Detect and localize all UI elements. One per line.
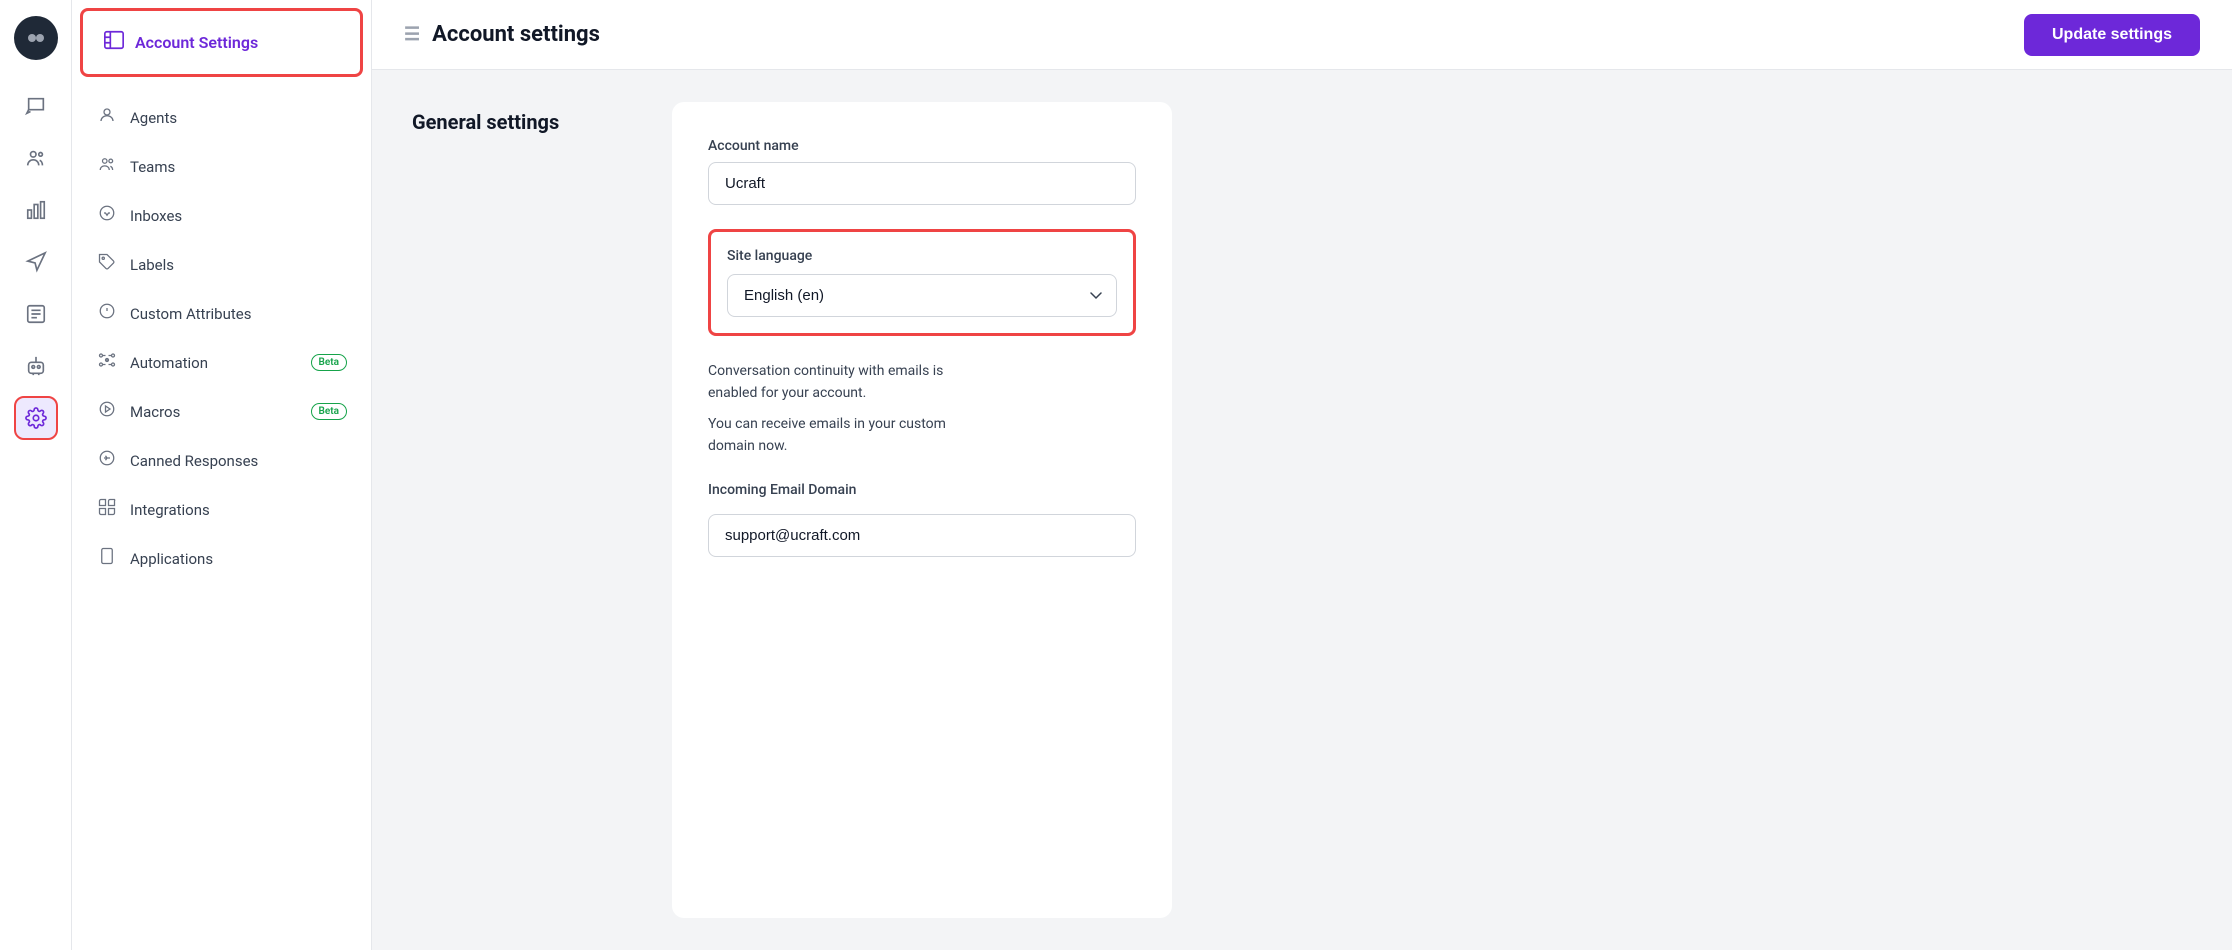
macros-icon bbox=[96, 400, 118, 423]
canned-responses-label: Canned Responses bbox=[130, 452, 347, 470]
account-name-input[interactable] bbox=[708, 162, 1136, 205]
sidebar-item-teams[interactable]: Teams bbox=[72, 142, 371, 191]
campaigns-nav-icon[interactable] bbox=[14, 240, 58, 284]
settings-form: Account name Site language English (en) … bbox=[672, 102, 1172, 918]
sidebar-item-automation[interactable]: Automation Beta bbox=[72, 338, 371, 387]
canned-responses-icon bbox=[96, 449, 118, 472]
applications-label: Applications bbox=[130, 550, 347, 568]
info-text-group: Conversation continuity with emails is e… bbox=[708, 360, 1136, 458]
sidebar-item-inboxes[interactable]: Inboxes bbox=[72, 191, 371, 240]
integrations-label: Integrations bbox=[130, 501, 347, 519]
tasks-nav-icon[interactable] bbox=[14, 292, 58, 336]
macros-badge: Beta bbox=[311, 403, 347, 420]
custom-attributes-icon bbox=[96, 302, 118, 325]
info-text-2: You can receive emails in your custom do… bbox=[708, 413, 1136, 458]
top-header: ☰ Account settings Update settings bbox=[372, 0, 2232, 70]
applications-icon bbox=[96, 547, 118, 570]
sidebar-item-custom-attributes[interactable]: Custom Attributes bbox=[72, 289, 371, 338]
macros-label: Macros bbox=[130, 403, 299, 421]
labels-icon bbox=[96, 253, 118, 276]
integrations-icon bbox=[96, 498, 118, 521]
page-title-container: ☰ Account settings bbox=[404, 22, 600, 47]
menu-icon: ☰ bbox=[404, 24, 420, 45]
incoming-email-input[interactable] bbox=[708, 514, 1136, 557]
incoming-email-group: Incoming Email Domain bbox=[708, 482, 1136, 557]
conversations-nav-icon[interactable] bbox=[14, 84, 58, 128]
custom-attributes-label: Custom Attributes bbox=[130, 305, 347, 323]
settings-nav-icon[interactable] bbox=[14, 396, 58, 440]
sidebar-item-integrations[interactable]: Integrations bbox=[72, 485, 371, 534]
agents-label: Agents bbox=[130, 109, 347, 127]
contacts-nav-icon[interactable] bbox=[14, 136, 58, 180]
section-label-area: General settings bbox=[412, 102, 612, 918]
sidebar-item-applications[interactable]: Applications bbox=[72, 534, 371, 583]
bot-nav-icon[interactable] bbox=[14, 344, 58, 388]
site-language-group: Site language English (en) French (fr) G… bbox=[708, 229, 1136, 336]
sidebar: Account Settings Agents Teams bbox=[72, 0, 372, 950]
main-panel: ☰ Account settings Update settings Gener… bbox=[372, 0, 2232, 950]
site-language-select[interactable]: English (en) French (fr) German (de) Spa… bbox=[727, 274, 1117, 317]
sidebar-nav: Agents Teams Inboxes bbox=[72, 85, 371, 950]
site-language-label: Site language bbox=[727, 248, 1117, 264]
account-name-label: Account name bbox=[708, 138, 1136, 154]
sidebar-item-agents[interactable]: Agents bbox=[72, 93, 371, 142]
reports-nav-icon[interactable] bbox=[14, 188, 58, 232]
agents-icon bbox=[96, 106, 118, 129]
content-area: General settings Account name Site langu… bbox=[372, 70, 2232, 950]
inboxes-icon bbox=[96, 204, 118, 227]
section-title: General settings bbox=[412, 110, 612, 134]
account-settings-header[interactable]: Account Settings bbox=[80, 8, 363, 77]
automation-icon bbox=[96, 351, 118, 374]
icon-rail bbox=[0, 0, 72, 950]
incoming-email-label: Incoming Email Domain bbox=[708, 482, 1136, 498]
inboxes-label: Inboxes bbox=[130, 207, 347, 225]
automation-badge: Beta bbox=[311, 354, 347, 371]
info-text-1: Conversation continuity with emails is e… bbox=[708, 360, 1136, 405]
account-settings-label: Account Settings bbox=[135, 33, 258, 52]
sidebar-item-canned-responses[interactable]: Canned Responses bbox=[72, 436, 371, 485]
teams-icon bbox=[96, 155, 118, 178]
update-settings-button[interactable]: Update settings bbox=[2024, 14, 2200, 56]
account-name-group: Account name bbox=[708, 138, 1136, 205]
teams-label: Teams bbox=[130, 158, 347, 176]
account-settings-icon bbox=[103, 29, 125, 56]
sidebar-item-macros[interactable]: Macros Beta bbox=[72, 387, 371, 436]
app-logo bbox=[14, 16, 58, 60]
labels-label: Labels bbox=[130, 256, 347, 274]
page-title: Account settings bbox=[432, 22, 600, 47]
sidebar-item-labels[interactable]: Labels bbox=[72, 240, 371, 289]
automation-label: Automation bbox=[130, 354, 299, 372]
